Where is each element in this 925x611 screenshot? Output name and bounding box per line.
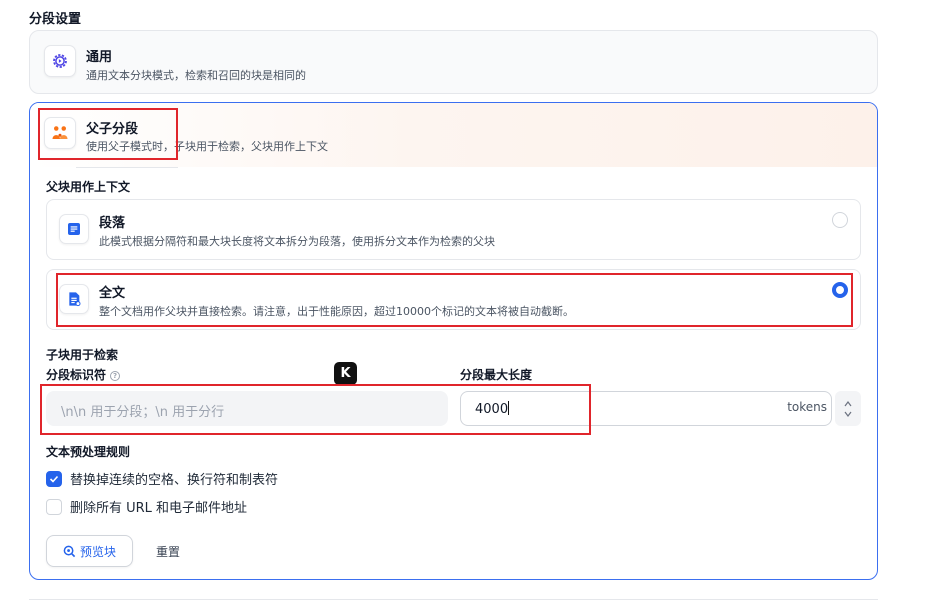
paragraph-description: 此模式根据分隔符和最大块长度将文本拆分为段落，使用拆分文本作为检索的父块	[99, 235, 495, 248]
parent-child-description: 使用父子模式时，子块用于检索，父块用作上下文	[86, 140, 328, 153]
parent-child-header[interactable]: 父子分段 使用父子模式时，子块用于检索，父块用作上下文	[30, 103, 877, 167]
child-retrieval-label: 子块用于检索	[46, 348, 119, 362]
rule-replace-whitespace[interactable]: 替换掉连续的空格、换行符和制表符	[46, 469, 278, 488]
document-lines-icon	[68, 223, 80, 235]
max-length-input[interactable]: 4000	[460, 391, 832, 426]
full-doc-description: 整个文档用作父块并直接检索。请注意，出于性能原因，超过10000个标记的文本将被…	[99, 305, 574, 318]
full-doc-option[interactable]: 全文 整个文档用作父块并直接检索。请注意，出于性能原因，超过10000个标记的文…	[46, 269, 861, 330]
bottom-divider	[29, 599, 878, 600]
family-icon	[52, 126, 68, 139]
general-description: 通用文本分块模式，检索和召回的块是相同的	[86, 69, 306, 82]
rule-replace-label: 替换掉连续的空格、换行符和制表符	[70, 473, 279, 488]
search-icon	[63, 545, 76, 557]
preview-button-label: 预览块	[79, 544, 116, 559]
rule-remove-checkbox[interactable]	[46, 498, 62, 515]
rule-replace-checkbox[interactable]	[46, 470, 62, 487]
reset-button[interactable]: 重置	[146, 535, 190, 567]
parent-context-label: 父块用作上下文	[46, 180, 131, 194]
help-icon[interactable]: ?	[110, 371, 121, 381]
preview-button[interactable]: 预览块	[46, 535, 133, 567]
delimiter-label-text: 分段标识符	[46, 368, 107, 382]
paragraph-radio[interactable]	[832, 212, 848, 228]
full-doc-title: 全文	[99, 286, 126, 301]
delimiter-input[interactable]: \n\n 用于分段；\n 用于分行	[46, 391, 448, 426]
delimiter-label: 分段标识符?	[46, 366, 121, 383]
text-cursor	[508, 401, 510, 415]
check-icon	[49, 475, 59, 483]
general-icon-box	[44, 45, 76, 77]
general-mode-card[interactable]: 通用 通用文本分块模式，检索和召回的块是相同的	[29, 30, 878, 94]
parent-child-icon-box	[44, 117, 76, 149]
tokens-unit: tokens	[787, 400, 827, 414]
parent-child-title: 父子分段	[86, 122, 139, 137]
max-length-stepper[interactable]	[835, 391, 861, 426]
rule-remove-urls[interactable]: 删除所有 URL 和电子邮件地址	[46, 497, 247, 516]
full-doc-radio[interactable]	[832, 282, 848, 298]
chevron-down-icon[interactable]	[844, 411, 852, 417]
max-length-label: 分段最大长度	[460, 368, 533, 382]
paragraph-icon-box	[59, 214, 89, 244]
k-logo-icon: K	[334, 362, 357, 385]
section-title: 分段设置	[29, 12, 82, 27]
general-title: 通用	[86, 50, 113, 65]
gear-icon	[53, 54, 67, 68]
parent-child-mode-card[interactable]: 父子分段 使用父子模式时，子块用于检索，父块用作上下文 父块用作上下文 段落 此…	[29, 102, 878, 580]
paragraph-title: 段落	[99, 216, 126, 231]
preprocess-label: 文本预处理规则	[46, 445, 131, 459]
document-full-icon	[69, 292, 81, 307]
max-length-value: 4000	[475, 402, 509, 417]
rule-remove-label: 删除所有 URL 和电子邮件地址	[70, 501, 248, 516]
full-doc-icon-box	[59, 284, 89, 314]
paragraph-option[interactable]: 段落 此模式根据分隔符和最大块长度将文本拆分为段落，使用拆分文本作为检索的父块	[46, 199, 861, 260]
header-divider	[76, 167, 178, 168]
chevron-up-icon[interactable]	[844, 400, 852, 407]
